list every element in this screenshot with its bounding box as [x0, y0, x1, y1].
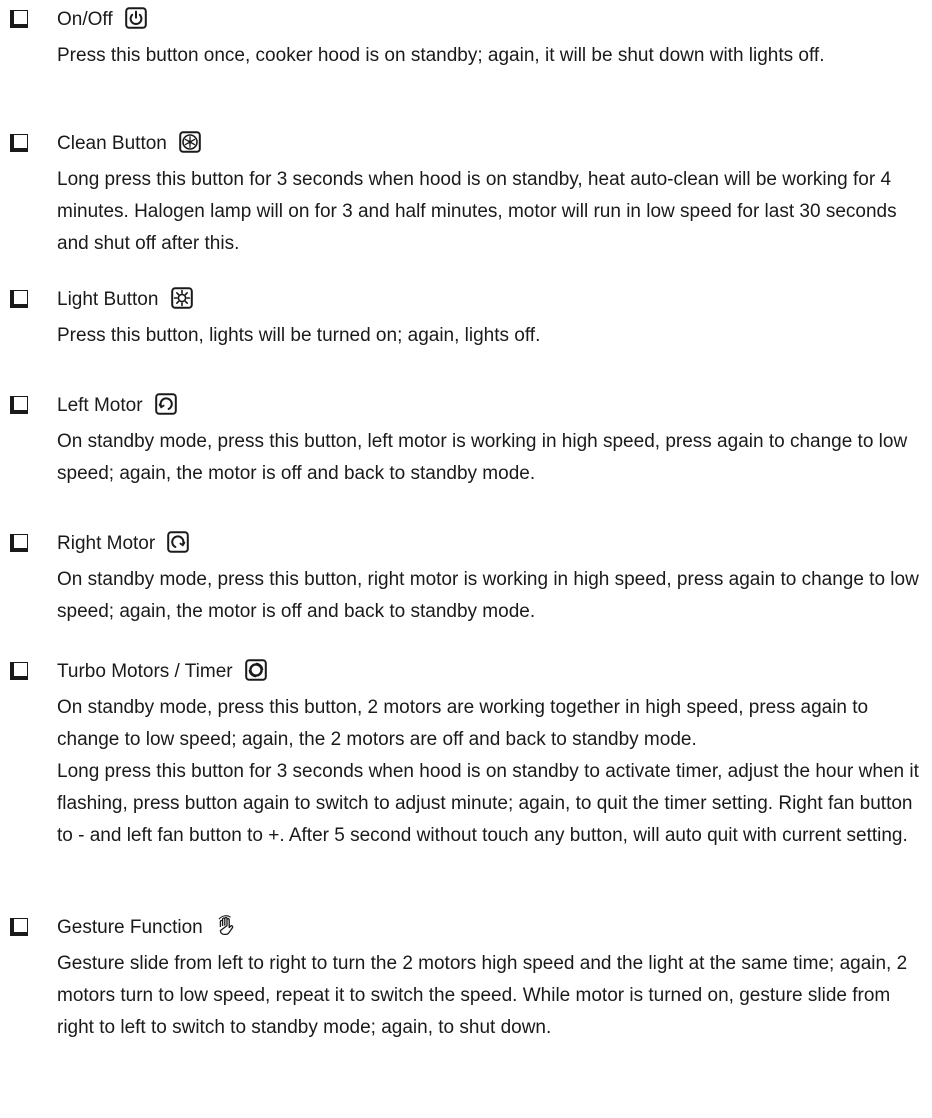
paragraph: Long press this button for 3 seconds whe… [57, 169, 897, 254]
section-title: Turbo Motors / Timer [57, 658, 267, 686]
left-motor-icon [155, 393, 177, 415]
paragraph: Press this button, lights will be turned… [57, 325, 541, 346]
checkbox-bullet [10, 662, 28, 680]
section-body: Press this button, lights will be turned… [57, 320, 927, 352]
paragraph: On standby mode, press this button, left… [57, 431, 908, 484]
section-title: Left Motor [57, 392, 177, 420]
paragraph: Gesture slide from left to right to turn… [57, 953, 908, 1038]
power-icon [125, 7, 147, 29]
checkbox-bullet [10, 10, 28, 28]
right-motor-icon [167, 531, 190, 553]
section-body: On standby mode, press this button, 2 mo… [57, 692, 927, 852]
title-text: Light Button [57, 289, 159, 310]
title-text: Right Motor [57, 533, 156, 554]
section-title: Light Button [57, 286, 193, 314]
title-text: Gesture Function [57, 917, 203, 938]
turbo-motor-icon [245, 659, 267, 681]
section-body: Gesture slide from left to right to turn… [57, 948, 927, 1044]
paragraph: On standby mode, press this button, righ… [57, 569, 919, 622]
section-body: On standby mode, press this button, left… [57, 426, 927, 490]
section-body: Long press this button for 3 seconds whe… [57, 164, 927, 260]
fan-clean-icon [179, 131, 201, 153]
section-title: On/Off [57, 6, 147, 34]
checkbox-bullet [10, 290, 28, 308]
paragraph: On standby mode, press this button, 2 mo… [57, 697, 869, 750]
section-title: Clean Button [57, 130, 201, 158]
paragraph: Long press this button for 3 seconds whe… [57, 761, 919, 846]
checkbox-bullet [10, 534, 28, 552]
section-title: Right Motor [57, 530, 190, 558]
section-title: Gesture Function [57, 914, 237, 942]
section-body: On standby mode, press this button, righ… [57, 564, 927, 628]
title-text: Clean Button [57, 133, 167, 154]
section-body: Press this button once, cooker hood is o… [57, 40, 927, 72]
title-text: Turbo Motors / Timer [57, 661, 233, 682]
checkbox-bullet [10, 396, 28, 414]
title-text: Left Motor [57, 395, 143, 416]
paragraph: Press this button once, cooker hood is o… [57, 45, 825, 66]
light-icon [170, 287, 193, 309]
manual-page: On/Off Press this button once, cooker ho… [0, 0, 932, 1118]
checkbox-bullet [10, 134, 28, 152]
title-text: On/Off [57, 9, 113, 30]
checkbox-bullet [10, 918, 28, 936]
gesture-hand-icon [218, 915, 234, 936]
